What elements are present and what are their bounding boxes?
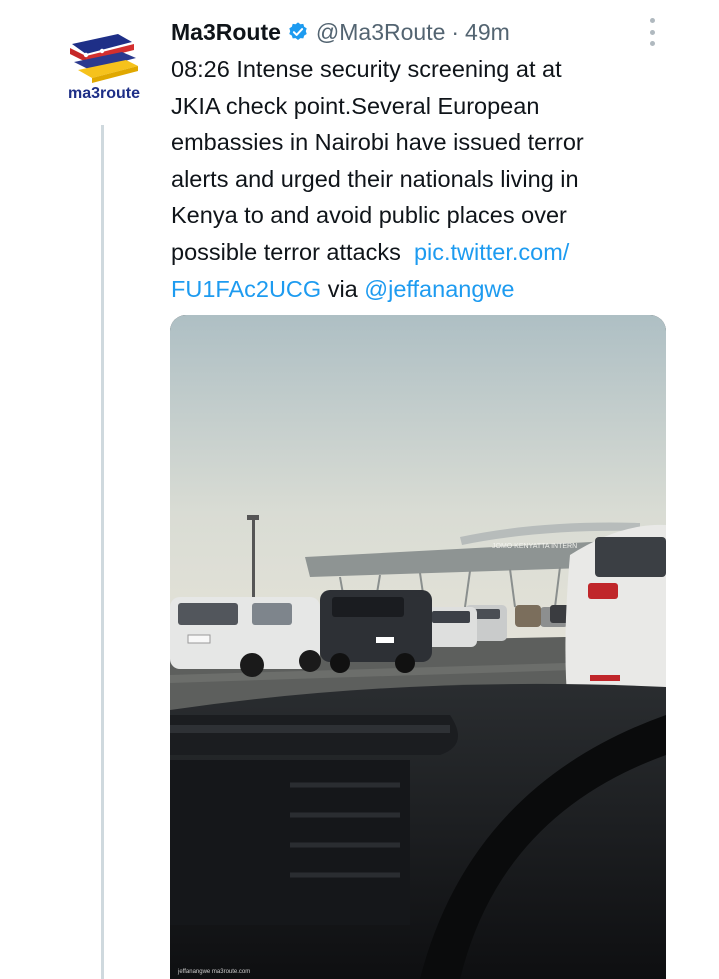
avatar[interactable]: ma3route (56, 26, 152, 110)
separator-dot: · (451, 18, 460, 45)
tweet-text-line: JKIA check point.Several European (171, 92, 540, 119)
tweet-text-line: embassies in Nairobi have issued terror (171, 129, 584, 156)
airport-checkpoint-photo: JOMO KENYATTA INTERN jeffanangwe ma3rout… (170, 315, 666, 979)
thread-connector-line (101, 125, 104, 979)
tweet-text-line: FU1FAc2UCG via @jeffanangwe (171, 271, 691, 308)
tweet-text-line: possible terror attacks pic.twitter.com/ (171, 234, 691, 271)
author-name[interactable]: Ma3Route (171, 19, 281, 46)
verified-badge-icon (287, 21, 309, 43)
tweet-text-segment: possible terror attacks (171, 238, 401, 265)
tweet-media-photo[interactable]: JOMO KENYATTA INTERN jeffanangwe ma3rout… (170, 315, 666, 979)
media-link-continued[interactable]: FU1FAc2UCG (171, 276, 321, 302)
tweet-header: Ma3Route @Ma3Route · 49m (171, 14, 510, 50)
building-sign: JOMO KENYATTA INTERN (492, 543, 577, 550)
via-text: via (327, 275, 358, 302)
mention-link[interactable]: @jeffanangwe (364, 276, 514, 302)
tweet-timestamp[interactable]: 49m (465, 19, 510, 46)
media-link[interactable]: pic.twitter.com/ (414, 239, 569, 265)
logo-text: ma3route (68, 85, 140, 102)
author-handle[interactable]: @Ma3Route (316, 19, 445, 46)
more-options-icon[interactable] (645, 18, 659, 46)
tweet-text: 08:26 Intense security screening at at J… (171, 51, 691, 307)
tweet-text-line: alerts and urged their nationals living … (171, 165, 579, 192)
tweet-text-line: 08:26 Intense security screening at at (171, 56, 562, 82)
tweet-text-line: Kenya to and avoid public places over (171, 202, 567, 229)
photo-watermark: jeffanangwe ma3route.com (177, 969, 250, 975)
ma3route-logo-icon: ma3route (68, 34, 140, 102)
